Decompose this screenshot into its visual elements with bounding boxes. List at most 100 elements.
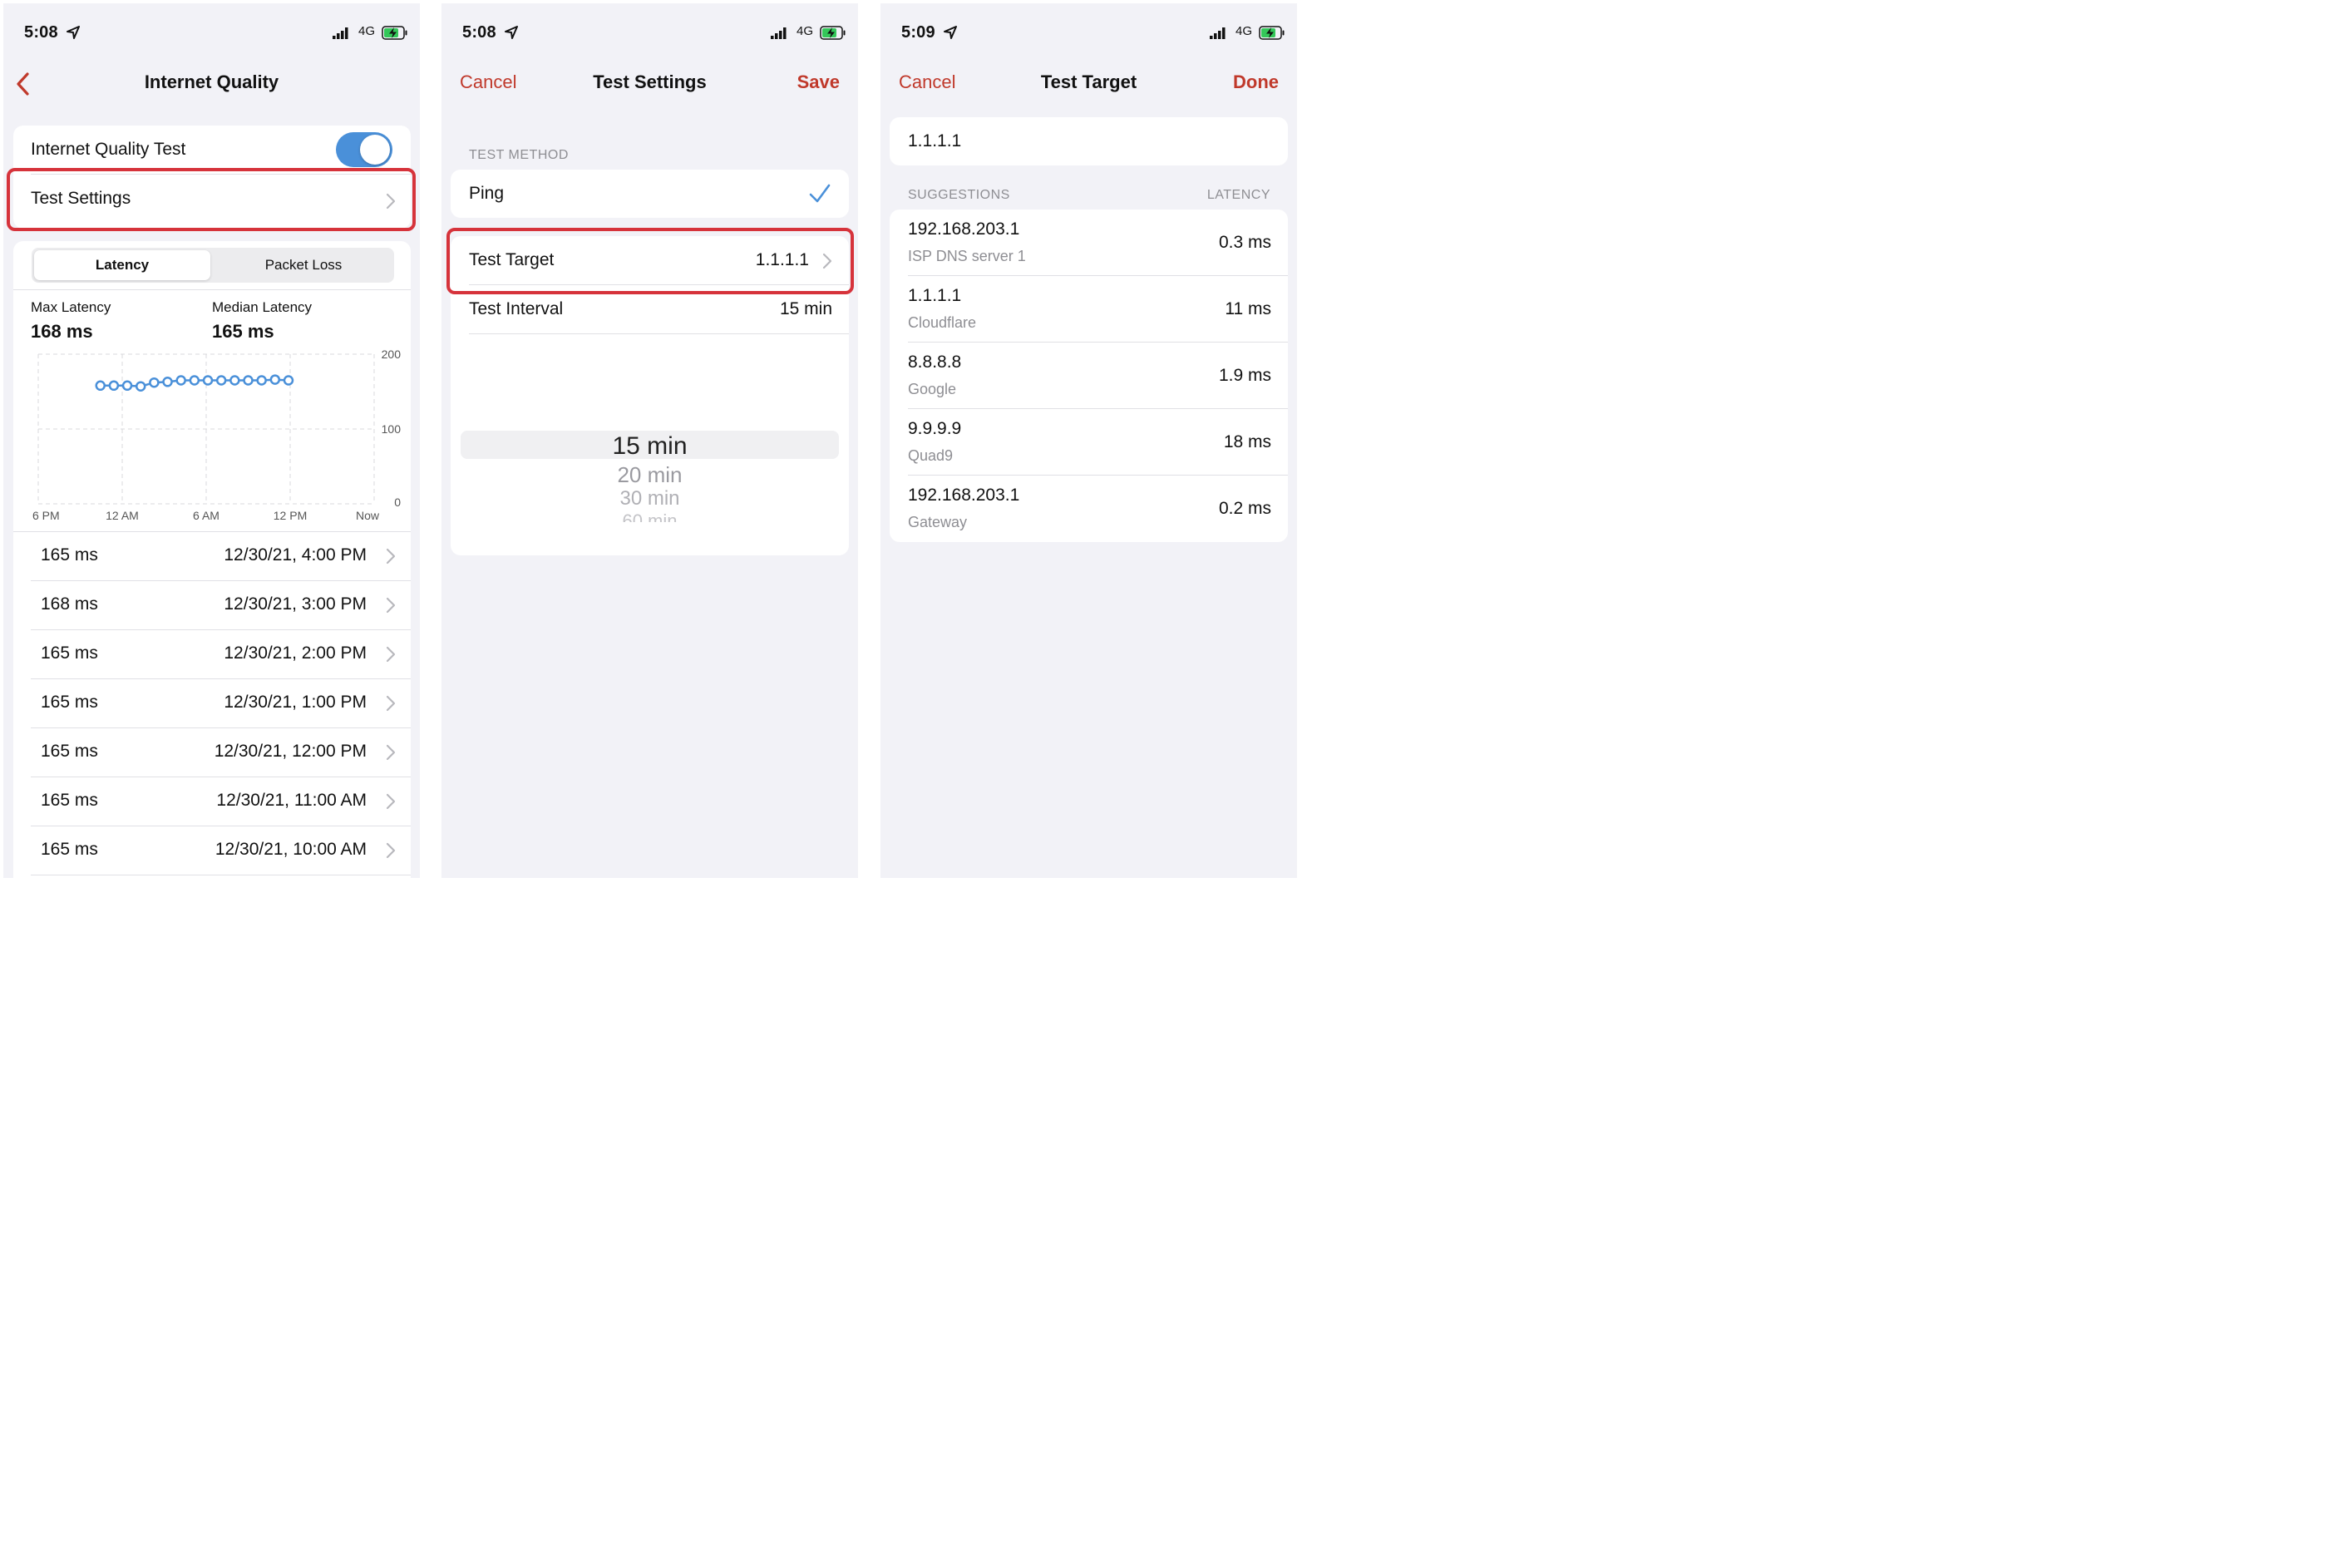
segment-latency[interactable]: Latency [34, 250, 210, 280]
suggestion-name: Quad9 [908, 447, 954, 464]
suggestion-latency: 0.3 ms [1218, 233, 1271, 252]
latency-card: Latency Packet Loss Max Latency 168 ms M… [13, 241, 411, 878]
latency-data-point [162, 377, 173, 387]
test-target-screen: 5:09 4G Cancel Test Target Done 1.1.1.1 … [880, 3, 1297, 878]
chevron-right-icon [386, 548, 396, 565]
metric-segmented-control: Latency Packet Loss [32, 248, 394, 283]
test-settings-row[interactable]: Test Settings [13, 175, 411, 229]
latency-data-point [269, 374, 281, 385]
latency-data-point [215, 375, 227, 386]
suggestion-row[interactable]: 8.8.8.8 Google 1.9 ms [890, 343, 1288, 409]
done-button[interactable]: Done [1233, 71, 1279, 93]
history-latency: 165 ms [41, 643, 98, 663]
test-interval-value: 15 min [779, 299, 832, 318]
picker-option[interactable]: 20 min [451, 462, 849, 488]
x-tick-label: 12 PM [274, 509, 307, 522]
history-row[interactable]: 165 ms 12/30/21, 1:00 PM [13, 679, 411, 728]
suggestion-row[interactable]: 9.9.9.9 Quad9 18 ms [890, 409, 1288, 476]
cellular-signal-icon [771, 27, 787, 39]
network-type: 4G [797, 24, 814, 38]
status-bar: 5:08 4G [441, 22, 858, 47]
suggestion-name: Gateway [908, 514, 968, 530]
x-tick-label: Now [356, 509, 380, 522]
suggestion-latency: 11 ms [1225, 299, 1271, 318]
suggestion-row[interactable]: 192.168.203.1 ISP DNS server 1 0.3 ms [890, 210, 1288, 276]
history-row[interactable]: 165 ms 12/30/21, 2:00 PM [13, 630, 411, 679]
status-time: 5:08 [24, 23, 58, 42]
suggestions-header: SUGGESTIONS [908, 188, 1010, 202]
chevron-right-icon [386, 193, 396, 210]
segment-packet-loss[interactable]: Packet Loss [215, 250, 392, 280]
quality-test-toggle-row: Internet Quality Test [13, 126, 411, 174]
history-row[interactable]: 168 ms 12/30/21, 3:00 PM [13, 581, 411, 630]
history-timestamp: 12/30/21, 1:00 PM [224, 693, 367, 712]
history-latency: 165 ms [41, 840, 98, 859]
picker-clip: 60 min [451, 510, 849, 522]
history-timestamp: 12/30/21, 2:00 PM [224, 643, 367, 663]
location-arrow-icon [67, 26, 80, 39]
picker-option[interactable]: 60 min [451, 510, 849, 522]
latency-data-point [243, 375, 254, 386]
history-row[interactable]: 165 ms 12/30/21, 12:00 PM [13, 728, 411, 777]
status-time: 5:09 [901, 23, 935, 42]
location-arrow-icon [505, 26, 518, 39]
latency-data-point [95, 380, 106, 392]
suggestion-row[interactable]: 192.168.203.1 Gateway 0.2 ms [890, 476, 1288, 542]
save-button[interactable]: Save [797, 71, 840, 93]
network-type: 4G [358, 24, 376, 38]
page-title: Test Settings [593, 71, 707, 92]
latency-data-point [121, 380, 133, 392]
history-row[interactable]: 165 ms 12/30/21, 10:00 AM [13, 826, 411, 875]
suggestion-row[interactable]: 1.1.1.1 Cloudflare 11 ms [890, 276, 1288, 343]
nav-bar: Cancel Test Target Done [880, 65, 1297, 103]
test-target-row[interactable]: Test Target 1.1.1.1 [451, 236, 849, 284]
divider [13, 289, 411, 290]
x-tick-label: 12 AM [106, 509, 139, 522]
checkmark-icon [809, 184, 831, 203]
cellular-signal-icon [1210, 27, 1226, 39]
location-arrow-icon [944, 26, 957, 39]
suggestion-name: ISP DNS server 1 [908, 248, 1026, 264]
quality-test-toggle[interactable] [336, 132, 392, 167]
chevron-right-icon [386, 646, 396, 663]
history-row[interactable]: 165 ms 12/30/21, 4:00 PM [13, 532, 411, 581]
page-title: Internet Quality [144, 71, 279, 92]
target-input[interactable]: 1.1.1.1 [908, 131, 961, 151]
status-bar: 5:08 4G [3, 22, 420, 47]
suggestion-ip: 192.168.203.1 [908, 219, 1020, 239]
suggestion-name: Google [908, 381, 957, 397]
picker-option[interactable]: 30 min [451, 487, 849, 510]
chevron-right-icon [386, 793, 396, 810]
history-timestamp: 12/30/21, 10:00 AM [215, 840, 367, 859]
suggestion-latency: 0.2 ms [1218, 499, 1271, 518]
latency-chart: 6 PM 12 AM 6 AM 12 PM Now 200 100 0 [32, 349, 402, 522]
y-tick-label: 100 [382, 422, 402, 436]
test-target-value: 1.1.1.1 [755, 250, 809, 269]
latency-data-point [108, 380, 120, 392]
nav-bar: Cancel Test Settings Save [441, 65, 858, 103]
method-ping-row[interactable]: Ping [451, 170, 849, 218]
chevron-right-icon [386, 695, 396, 712]
max-latency-label: Max Latency [31, 299, 111, 315]
toggle-knob [360, 135, 390, 165]
median-latency-label: Median Latency [212, 299, 313, 315]
battery-charging-icon [1259, 26, 1285, 40]
chevron-right-icon [386, 597, 396, 614]
max-latency-value: 168 ms [31, 321, 93, 342]
suggestion-latency: 18 ms [1223, 432, 1271, 451]
status-bar: 5:09 4G [880, 22, 1297, 47]
history-latency: 165 ms [41, 545, 98, 565]
history-timestamp: 12/30/21, 3:00 PM [224, 594, 367, 614]
battery-charging-icon [382, 26, 407, 40]
history-latency: 165 ms [41, 742, 98, 761]
cellular-signal-icon [333, 27, 348, 39]
history-timestamp: 12/30/21, 11:00 AM [216, 791, 367, 810]
test-interval-row[interactable]: Test Interval 15 min [451, 285, 849, 333]
picker-option-selected[interactable]: 15 min [451, 432, 849, 461]
history-latency: 168 ms [41, 594, 98, 614]
suggestion-name: Cloudflare [908, 314, 977, 331]
interval-picker[interactable]: 15 min 20 min 30 min 60 min [451, 334, 849, 555]
suggestions-list: 192.168.203.1 ISP DNS server 1 0.3 ms 1.… [890, 210, 1288, 542]
history-row[interactable]: 165 ms 12/30/21, 11:00 AM [13, 777, 411, 826]
latency-data-point [135, 381, 146, 392]
